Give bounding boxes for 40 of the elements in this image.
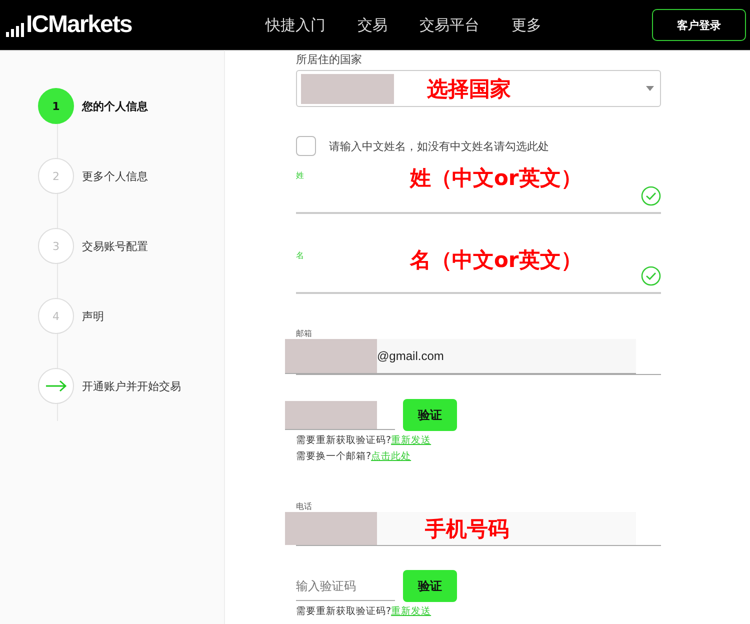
step-number: 3: [38, 228, 74, 264]
field-label: 姓: [296, 170, 304, 181]
step-number: 1: [38, 88, 74, 124]
phone-field[interactable]: 手机号码: [285, 512, 636, 545]
step-label: 开通账户并开始交易: [82, 378, 181, 394]
step-number: 2: [38, 158, 74, 194]
nav-link[interactable]: 交易平台: [404, 16, 496, 34]
annotation-text: 名（中文or英文）: [410, 247, 582, 274]
field-label: 邮箱: [296, 328, 313, 339]
email-value: @gmail.com: [377, 349, 444, 363]
field-label: 电话: [296, 501, 313, 512]
step-label: 您的个人信息: [82, 98, 148, 114]
verify-button[interactable]: 验证: [403, 399, 457, 431]
annotation-text: 手机号码: [425, 516, 509, 542]
hint-text: 需要重新获取验证码?重新发送: [296, 605, 432, 618]
arrow-right-icon: [45, 380, 67, 392]
step-label: 声明: [82, 308, 104, 324]
nav-link[interactable]: 快捷入门: [250, 16, 342, 34]
nav-link[interactable]: 更多: [496, 16, 558, 34]
step-label: 交易账号配置: [82, 238, 148, 254]
field-label: 所居住的国家: [296, 52, 363, 67]
hint-text: 需要重新获取验证码?重新发送: [296, 434, 432, 447]
field-label: 名: [296, 250, 304, 261]
verify-button[interactable]: 验证: [403, 570, 457, 602]
code-field[interactable]: [285, 400, 395, 430]
code-input[interactable]: 输入验证码: [296, 572, 395, 600]
email-field[interactable]: @gmail.com: [285, 339, 636, 374]
logo-text: ICMarkets: [26, 13, 132, 37]
country-select[interactable]: 选择国家: [296, 70, 661, 107]
checkbox-label: 请输入中文姓名，如没有中文姓名请勾选此处: [329, 138, 549, 154]
nav-link[interactable]: 交易: [342, 16, 404, 34]
login-button[interactable]: 客户登录: [652, 9, 746, 41]
caret-icon: [646, 86, 654, 91]
hint-text: 需要换一个邮箱?点击此处: [296, 450, 412, 463]
annotation-text: 选择国家: [427, 76, 511, 102]
step-number: 4: [38, 298, 74, 334]
checkbox[interactable]: [296, 136, 316, 156]
bars-icon: [6, 23, 24, 37]
given-name-field[interactable]: 名 名（中文or英文）: [296, 250, 661, 294]
step-label: 更多个人信息: [82, 168, 148, 184]
